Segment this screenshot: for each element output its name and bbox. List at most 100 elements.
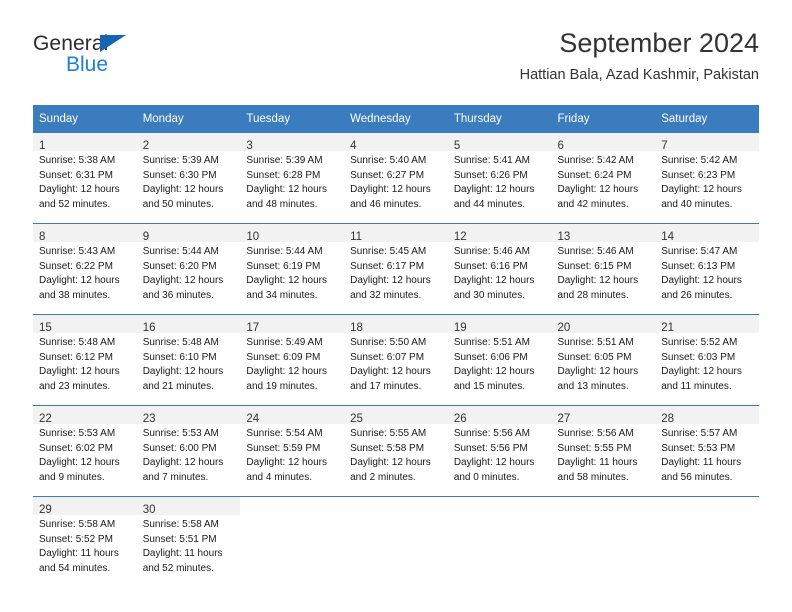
day-number-band: 22 bbox=[33, 406, 137, 425]
day-number-band: 17 bbox=[240, 315, 345, 334]
day-cell[interactable]: 3 Sunrise: 5:39 AM Sunset: 6:28 PM Daylight… bbox=[240, 133, 345, 223]
sunset-text: Sunset: 6:24 PM bbox=[557, 169, 632, 181]
day-details: Sunrise: 5:41 AM Sunset: 6:26 PM Daylight:… bbox=[448, 151, 552, 212]
day-cell[interactable]: 19 Sunrise: 5:51 AM Sunset: 6:06 PM Dayligh… bbox=[447, 315, 552, 405]
daylight-text-line2: and 7 minutes. bbox=[142, 471, 209, 483]
sunrise-text: Sunrise: 5:41 AM bbox=[453, 155, 530, 166]
day-number: 1 bbox=[39, 140, 46, 152]
calendar-cell: 11 Sunrise: 5:45 AM Sunset: 6:17 PM Dayligh… bbox=[344, 223, 448, 315]
daylight-text-line1: Daylight: 12 hours bbox=[39, 184, 120, 196]
sunrise-text: Sunrise: 5:39 AM bbox=[142, 155, 219, 166]
day-number-band: 3 bbox=[240, 133, 345, 152]
day-cell[interactable]: 29 Sunrise: 5:58 AM Sunset: 5:52 PM Dayligh… bbox=[33, 497, 137, 587]
day-cell[interactable]: 25 Sunrise: 5:55 AM Sunset: 5:58 PM Dayligh… bbox=[344, 406, 448, 496]
day-cell[interactable]: 23 Sunrise: 5:53 AM Sunset: 6:00 PM Dayligh… bbox=[136, 406, 241, 496]
day-details: Sunrise: 5:38 AM Sunset: 6:31 PM Daylight:… bbox=[33, 151, 137, 212]
daylight-text-line1: Daylight: 11 hours bbox=[661, 457, 742, 469]
weekday-header-wednesday: Wednesday bbox=[344, 105, 448, 133]
sunset-text: Sunset: 6:02 PM bbox=[39, 442, 113, 454]
daylight-text-line1: Daylight: 12 hours bbox=[142, 366, 224, 378]
day-cell[interactable]: 26 Sunrise: 5:56 AM Sunset: 5:56 PM Dayligh… bbox=[447, 406, 552, 496]
day-cell-empty bbox=[655, 497, 759, 587]
day-number-band bbox=[240, 497, 344, 515]
daylight-text-line2: and 52 minutes. bbox=[39, 198, 111, 210]
calendar-cell: 4 Sunrise: 5:40 AM Sunset: 6:27 PM Daylight… bbox=[344, 133, 448, 224]
sunrise-text: Sunrise: 5:54 AM bbox=[246, 428, 323, 439]
day-cell[interactable]: 20 Sunrise: 5:51 AM Sunset: 6:05 PM Dayligh… bbox=[551, 315, 656, 405]
sunrise-text: Sunrise: 5:44 AM bbox=[246, 246, 323, 257]
day-cell[interactable]: 30 Sunrise: 5:58 AM Sunset: 5:51 PM Dayligh… bbox=[136, 497, 241, 587]
day-number: 16 bbox=[142, 322, 156, 334]
day-details: Sunrise: 5:53 AM Sunset: 6:02 PM Daylight:… bbox=[33, 424, 137, 485]
day-details: Sunrise: 5:56 AM Sunset: 5:55 PM Daylight:… bbox=[552, 424, 656, 485]
day-cell[interactable]: 24 Sunrise: 5:54 AM Sunset: 5:59 PM Dayligh… bbox=[240, 406, 345, 496]
day-number: 24 bbox=[246, 413, 260, 425]
day-cell[interactable]: 1 Sunrise: 5:38 AM Sunset: 6:31 PM Daylight… bbox=[33, 133, 137, 223]
daylight-text-line2: and 26 minutes. bbox=[661, 289, 733, 301]
day-cell[interactable]: 15 Sunrise: 5:48 AM Sunset: 6:12 PM Dayligh… bbox=[33, 315, 137, 405]
daylight-text-line2: and 9 minutes. bbox=[39, 471, 105, 483]
daylight-text-line2: and 30 minutes. bbox=[453, 289, 525, 301]
page-header: General Blue September 2024 Hattian Bala… bbox=[33, 26, 759, 98]
weekday-header-saturday: Saturday bbox=[655, 105, 759, 133]
day-cell[interactable]: 13 Sunrise: 5:46 AM Sunset: 6:15 PM Dayligh… bbox=[551, 224, 656, 314]
daylight-text-line2: and 38 minutes. bbox=[39, 289, 111, 301]
day-number: 26 bbox=[453, 413, 467, 425]
day-cell[interactable]: 12 Sunrise: 5:46 AM Sunset: 6:16 PM Dayligh… bbox=[447, 224, 552, 314]
day-cell[interactable]: 28 Sunrise: 5:57 AM Sunset: 5:53 PM Dayligh… bbox=[655, 406, 759, 496]
day-cell[interactable]: 21 Sunrise: 5:52 AM Sunset: 6:03 PM Dayligh… bbox=[655, 315, 759, 405]
day-cell[interactable]: 22 Sunrise: 5:53 AM Sunset: 6:02 PM Dayligh… bbox=[33, 406, 137, 496]
day-cell[interactable]: 18 Sunrise: 5:50 AM Sunset: 6:07 PM Dayligh… bbox=[344, 315, 448, 405]
day-cell[interactable]: 17 Sunrise: 5:49 AM Sunset: 6:09 PM Dayligh… bbox=[240, 315, 345, 405]
sunrise-text: Sunrise: 5:42 AM bbox=[557, 155, 634, 166]
day-cell[interactable]: 27 Sunrise: 5:56 AM Sunset: 5:55 PM Dayligh… bbox=[551, 406, 656, 496]
calendar-grid: Sunday Monday Tuesday Wednesday Thursday… bbox=[33, 105, 759, 587]
day-cell[interactable]: 6 Sunrise: 5:42 AM Sunset: 6:24 PM Daylight… bbox=[551, 133, 656, 223]
day-number-band: 14 bbox=[655, 224, 759, 243]
sunset-text: Sunset: 6:19 PM bbox=[246, 260, 321, 272]
sunset-text: Sunset: 5:52 PM bbox=[39, 533, 113, 545]
sunset-text: Sunset: 6:15 PM bbox=[557, 260, 632, 272]
day-cell[interactable]: 14 Sunrise: 5:47 AM Sunset: 6:13 PM Dayligh… bbox=[655, 224, 759, 314]
daylight-text-line1: Daylight: 12 hours bbox=[557, 184, 639, 196]
daylight-text-line1: Daylight: 12 hours bbox=[453, 457, 535, 469]
day-number: 4 bbox=[350, 140, 357, 152]
day-cell[interactable]: 4 Sunrise: 5:40 AM Sunset: 6:27 PM Daylight… bbox=[344, 133, 448, 223]
daylight-text-line2: and 11 minutes. bbox=[661, 380, 732, 392]
daylight-text-line1: Daylight: 12 hours bbox=[246, 275, 328, 287]
daylight-text-line1: Daylight: 12 hours bbox=[557, 275, 639, 287]
day-details: Sunrise: 5:55 AM Sunset: 5:58 PM Daylight:… bbox=[344, 424, 448, 485]
calendar-week-row: 1 Sunrise: 5:38 AM Sunset: 6:31 PM Daylight… bbox=[33, 133, 759, 224]
generalblue-logo[interactable]: General Blue bbox=[33, 32, 213, 88]
daylight-text-line1: Daylight: 12 hours bbox=[39, 457, 120, 469]
day-number: 9 bbox=[142, 231, 150, 243]
day-number: 2 bbox=[142, 140, 150, 152]
daylight-text-line1: Daylight: 12 hours bbox=[661, 184, 742, 196]
day-cell-empty bbox=[344, 497, 448, 587]
day-details: Sunrise: 5:58 AM Sunset: 5:52 PM Daylight:… bbox=[33, 515, 137, 576]
day-cell[interactable]: 11 Sunrise: 5:45 AM Sunset: 6:17 PM Dayligh… bbox=[344, 224, 448, 314]
day-cell[interactable]: 16 Sunrise: 5:48 AM Sunset: 6:10 PM Dayligh… bbox=[136, 315, 241, 405]
calendar-week-row: 22 Sunrise: 5:53 AM Sunset: 6:02 PM Dayligh… bbox=[33, 405, 759, 497]
day-cell[interactable]: 2 Sunrise: 5:39 AM Sunset: 6:30 PM Daylight… bbox=[136, 133, 241, 223]
day-cell[interactable]: 9 Sunrise: 5:44 AM Sunset: 6:20 PM Daylight… bbox=[136, 224, 241, 314]
sunrise-text: Sunrise: 5:50 AM bbox=[350, 337, 427, 348]
day-number-band: 21 bbox=[655, 315, 759, 334]
day-number: 23 bbox=[142, 413, 156, 425]
day-details: Sunrise: 5:44 AM Sunset: 6:19 PM Daylight:… bbox=[240, 242, 344, 303]
day-details: Sunrise: 5:53 AM Sunset: 6:00 PM Daylight:… bbox=[137, 424, 241, 485]
day-details: Sunrise: 5:50 AM Sunset: 6:07 PM Daylight:… bbox=[344, 333, 448, 394]
day-cell[interactable]: 8 Sunrise: 5:43 AM Sunset: 6:22 PM Daylight… bbox=[33, 224, 137, 314]
day-details: Sunrise: 5:51 AM Sunset: 6:06 PM Daylight:… bbox=[448, 333, 552, 394]
sunrise-text: Sunrise: 5:53 AM bbox=[142, 428, 219, 439]
sunrise-text: Sunrise: 5:58 AM bbox=[39, 519, 116, 530]
daylight-text-line2: and 56 minutes. bbox=[661, 471, 733, 483]
day-number-band: 4 bbox=[344, 133, 448, 152]
day-cell[interactable]: 10 Sunrise: 5:44 AM Sunset: 6:19 PM Dayligh… bbox=[240, 224, 345, 314]
sunset-text: Sunset: 6:07 PM bbox=[350, 351, 425, 363]
day-cell-empty bbox=[551, 497, 656, 587]
day-number: 19 bbox=[453, 322, 467, 334]
day-cell[interactable]: 5 Sunrise: 5:41 AM Sunset: 6:26 PM Daylight… bbox=[447, 133, 552, 223]
day-cell[interactable]: 7 Sunrise: 5:42 AM Sunset: 6:23 PM Daylight… bbox=[655, 133, 759, 223]
calendar-week-row: 15 Sunrise: 5:48 AM Sunset: 6:12 PM Dayligh… bbox=[33, 314, 759, 406]
